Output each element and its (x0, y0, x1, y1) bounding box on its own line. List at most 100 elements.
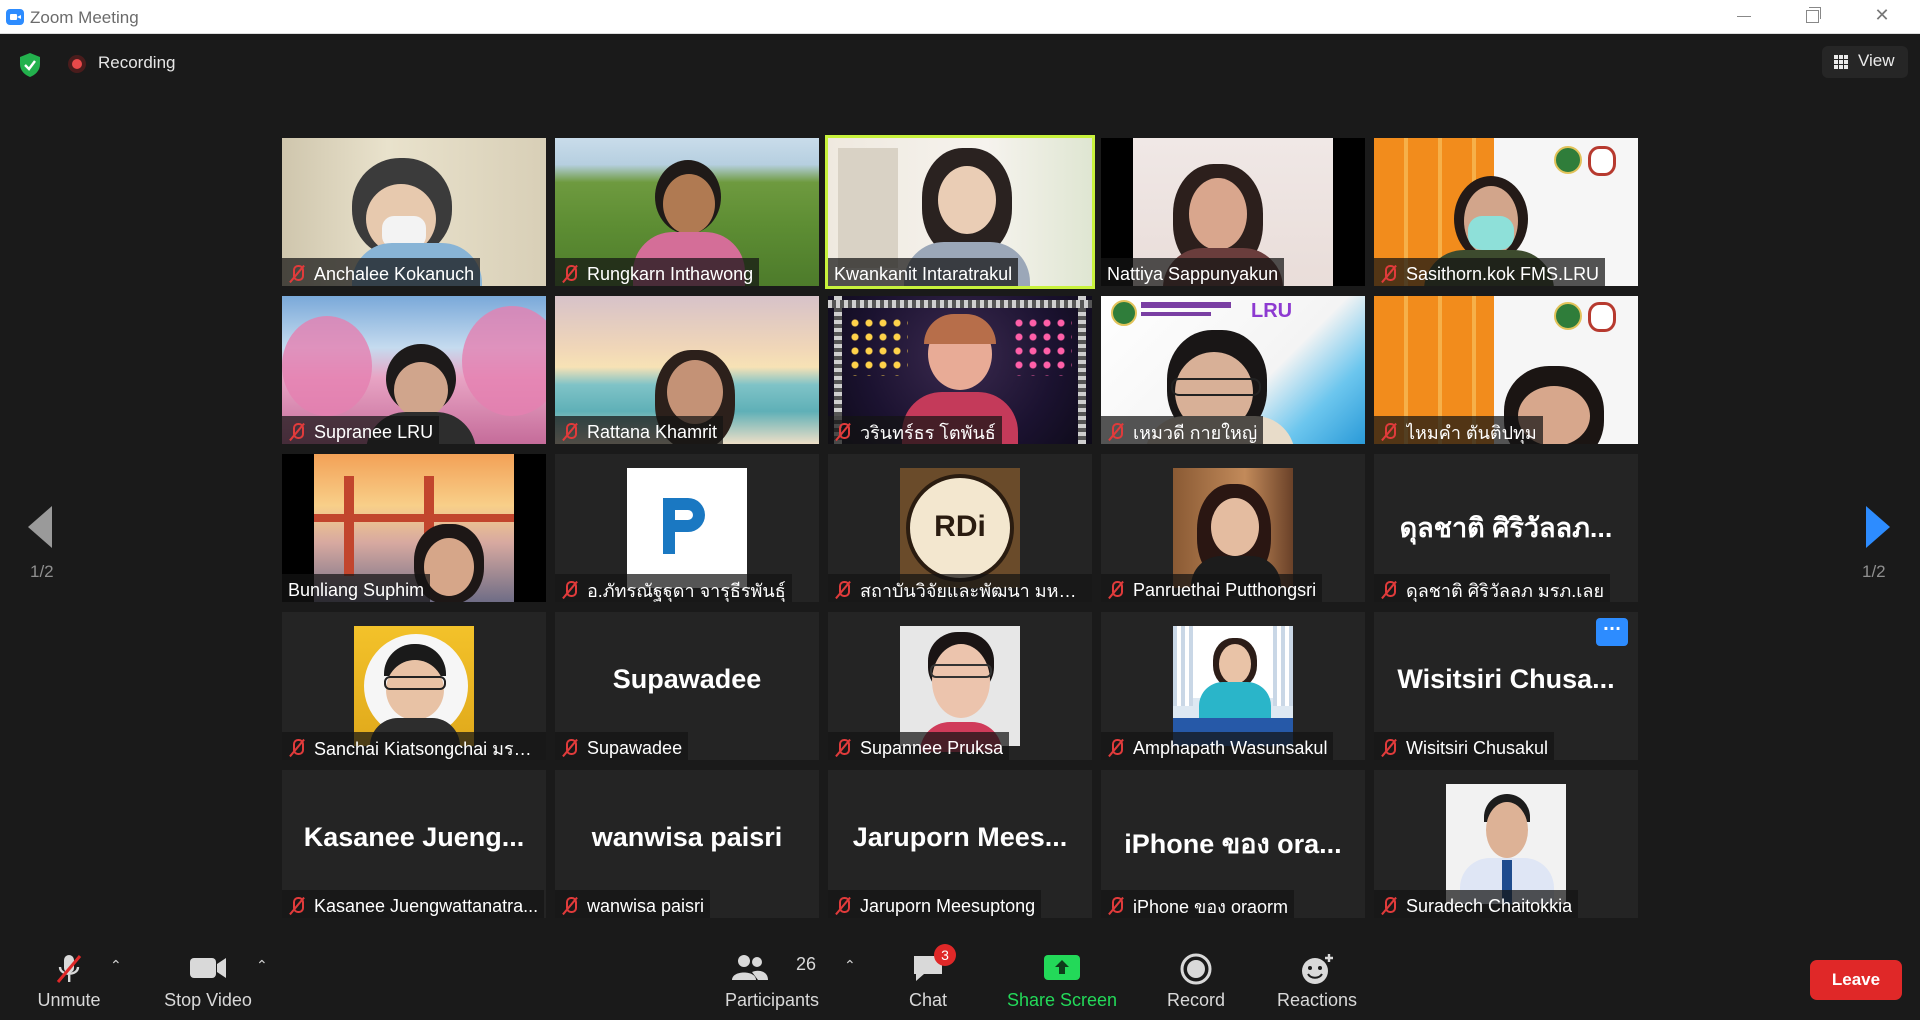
mic-muted-icon (1380, 422, 1398, 442)
participant-tile[interactable]: iPhone ของ ora... iPhone ของ oraorm (1101, 770, 1365, 918)
next-page-button[interactable] (1858, 500, 1898, 550)
rdi-logo-text: RDi (934, 510, 986, 543)
mic-muted-icon (834, 896, 852, 916)
previous-page-button[interactable] (24, 500, 64, 550)
participant-tile[interactable]: Panruethai Putthongsri (1101, 454, 1365, 602)
window-title: Zoom Meeting (30, 8, 139, 27)
participant-tile[interactable]: Supawadee Supawadee (555, 612, 819, 760)
participant-name: อ.ภัทรณัฐฐุดา จารุธีรพันธุ์ (587, 580, 786, 601)
participant-tile[interactable]: Nattiya Sappunyakun (1101, 138, 1365, 286)
participant-tile[interactable]: อ.ภัทรณัฐฐุดา จารุธีรพันธุ์ (555, 454, 819, 602)
more-options-button[interactable]: ··· (1596, 618, 1628, 646)
participant-tile[interactable]: ··· Wisitsiri Chusa... Wisitsiri Chusaku… (1374, 612, 1638, 760)
participant-name-bar: Bunliang Suphim (282, 574, 431, 602)
participant-tile[interactable]: Sanchai Kiatsongchai มรภ... (282, 612, 546, 760)
participant-name-bar: Rungkarn Inthawong (555, 258, 760, 286)
participant-tile[interactable]: Sasithorn.kok FMS.LRU (1374, 138, 1638, 286)
mic-muted-icon (561, 264, 579, 284)
participant-name: Supannee Pruksa (860, 737, 1004, 758)
participant-name-bar: วรินทร์ธร โตพันธ์ (828, 416, 1002, 444)
mic-muted-icon (1107, 738, 1125, 758)
participant-display-name: wanwisa paisri (591, 822, 783, 852)
mic-muted-icon (288, 264, 306, 284)
reactions-label: Reactions (1276, 990, 1358, 1010)
participant-name-bar: Nattiya Sappunyakun (1101, 258, 1285, 286)
participant-tile[interactable]: ดุลชาติ ศิริวัลลภ... ดุลชาติ ศิริวัลลภ ม… (1374, 454, 1638, 602)
participant-tile[interactable]: Supranee LRU (282, 296, 546, 444)
participant-tile[interactable]: Supannee Pruksa (828, 612, 1092, 760)
share-screen-button[interactable]: Share Screen (1004, 944, 1120, 1020)
participant-tile[interactable]: Jaruporn Mees... Jaruporn Meesuptong (828, 770, 1092, 918)
page-indicator-left: 1/2 (30, 562, 54, 581)
participant-display-name: Wisitsiri Chusa... (1397, 664, 1615, 694)
participant-name: Supawadee (587, 737, 683, 758)
participant-name: เหมวดี กายใหญ่ (1133, 422, 1258, 443)
participants-options-caret[interactable]: ⌃ (844, 958, 856, 974)
chat-button[interactable]: 3 Chat (888, 944, 968, 1020)
leave-meeting-button[interactable]: Leave (1810, 960, 1902, 1000)
reactions-button[interactable]: Reactions (1272, 944, 1362, 1020)
share-screen-icon (1044, 955, 1080, 980)
participant-name: Rungkarn Inthawong (587, 263, 754, 284)
participant-tile[interactable]: ไหมคำ ตันติปทุม (1374, 296, 1638, 444)
participant-name-bar: Kasanee Juengwattanatra... (282, 890, 545, 918)
participant-display-name: Kasanee Jueng... (303, 822, 525, 852)
arrow-right-icon (1866, 506, 1890, 548)
participant-name-bar: Rattana Khamrit (555, 416, 724, 444)
profile-picture (1173, 468, 1293, 596)
video-options-caret[interactable]: ⌃ (256, 958, 268, 974)
participant-name: Kwankanit Intaratrakul (834, 263, 1013, 284)
stop-video-label: Stop Video (164, 990, 252, 1010)
page-indicator-right: 1/2 (1862, 562, 1886, 581)
audio-options-caret[interactable]: ⌃ (110, 958, 122, 974)
view-button[interactable]: View (1822, 46, 1908, 78)
participant-name-bar: Supranee LRU (282, 416, 440, 444)
stop-video-button[interactable]: Stop Video (156, 944, 260, 1020)
restore-button[interactable] (1782, 0, 1842, 34)
participant-name-bar: Sanchai Kiatsongchai มรภ... (282, 732, 546, 760)
participant-display-name: iPhone ของ ora... (1124, 829, 1342, 859)
mic-muted-icon (1107, 896, 1125, 916)
participant-display-name: ดุลชาติ ศิริวัลลภ... (1399, 513, 1613, 543)
participant-name-bar: Amphapath Wasunsakul (1101, 732, 1334, 760)
recording-label[interactable]: Recording (98, 53, 176, 73)
record-label: Record (1166, 990, 1226, 1010)
profile-picture: RDi (900, 468, 1020, 588)
mic-muted-icon (561, 580, 579, 600)
window-title-bar: Zoom Meeting ✕ (0, 0, 1920, 34)
participant-tile[interactable]: wanwisa paisri wanwisa paisri (555, 770, 819, 918)
participant-tile[interactable]: LRU เหมวดี กายใหญ่ (1101, 296, 1365, 444)
arrow-left-icon (28, 506, 52, 548)
unmute-button[interactable]: Unmute (22, 944, 116, 1020)
participants-button[interactable]: 26 Participants (714, 944, 830, 1020)
mic-muted-icon (834, 422, 852, 442)
participant-tile[interactable]: Anchalee Kokanuch (282, 138, 546, 286)
participant-tile[interactable]: Amphapath Wasunsakul (1101, 612, 1365, 760)
grid-view-icon (1834, 55, 1848, 69)
participant-tile-active-speaker[interactable]: Kwankanit Intaratrakul (825, 135, 1095, 289)
participant-name: วรินทร์ธร โตพันธ์ (860, 422, 996, 443)
mic-muted-icon (561, 422, 579, 442)
participant-name-bar: อ.ภัทรณัฐฐุดา จารุธีรพันธุ์ (555, 574, 792, 602)
chat-label: Chat (908, 990, 948, 1010)
participant-tile[interactable]: Rattana Khamrit (555, 296, 819, 444)
participant-name: Rattana Khamrit (587, 421, 718, 442)
participant-name-bar: Jaruporn Meesuptong (828, 890, 1042, 918)
minimize-icon (1737, 15, 1751, 17)
participant-tile[interactable]: Kasanee Jueng... Kasanee Juengwattanatra… (282, 770, 546, 918)
participant-tile[interactable]: วรินทร์ธร โตพันธ์ (828, 296, 1092, 444)
participant-tile[interactable]: RDi สถาบันวิจัยและพัฒนา มหาวิท... (828, 454, 1092, 602)
participant-tile[interactable]: Bunliang Suphim (282, 454, 546, 602)
record-button[interactable]: Record (1156, 944, 1236, 1020)
participant-name-bar: Suradech Chaitokkia (1374, 890, 1579, 918)
participants-icon (732, 955, 768, 980)
participant-name-bar: Supannee Pruksa (828, 732, 1010, 760)
encryption-shield-icon[interactable] (18, 52, 42, 78)
participant-tile[interactable]: Suradech Chaitokkia (1374, 770, 1638, 918)
profile-picture (1173, 626, 1293, 746)
recording-indicator-icon[interactable] (68, 55, 86, 73)
close-button[interactable]: ✕ (1852, 0, 1912, 34)
minimize-button[interactable] (1714, 0, 1774, 34)
participant-tile[interactable]: Rungkarn Inthawong (555, 138, 819, 286)
participant-name: Suradech Chaitokkia (1406, 895, 1573, 916)
